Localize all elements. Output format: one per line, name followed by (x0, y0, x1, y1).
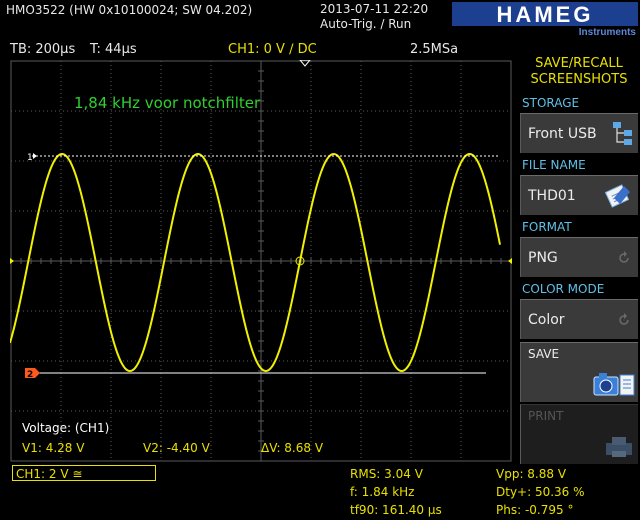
hameg-logo: HAMEG Instruments (452, 2, 638, 36)
cycle-arrow-icon (619, 313, 629, 325)
print-label: PRINT (528, 409, 564, 423)
vpp-measurement: Vpp: 8.88 V (496, 467, 567, 481)
brand-text: HAMEG (497, 2, 594, 27)
colormode-value: Color (528, 312, 565, 328)
cursor-ref-arrow-icon (33, 153, 37, 159)
brand-sub-text: Instruments (579, 27, 637, 36)
filename-button[interactable]: THD01 (520, 175, 638, 215)
ch1-scale-box[interactable]: CH1: 2 V ≅ (12, 465, 156, 481)
printer-icon (606, 437, 632, 457)
timebase-readout[interactable]: TB: 200µs (10, 42, 75, 57)
trigger-mode-label: Auto-Trig. / Run (320, 17, 412, 31)
menu-title-line1: SAVE/RECALL (535, 56, 623, 71)
cycle-arrow-icon (619, 251, 629, 263)
waveform-annotation: 1,84 kHz voor notchfilter (74, 94, 261, 112)
trigger-level-arrow-icon (508, 258, 512, 264)
cursor-delta-value: ΔV: 8.68 V (261, 441, 324, 455)
cursor-ref-marker[interactable]: 1 (27, 153, 33, 163)
print-button[interactable]: PRINT (520, 404, 638, 464)
camera-save-icon (593, 373, 635, 396)
rms-measurement: RMS: 3.04 V (350, 467, 423, 481)
channel-coupling-readout[interactable]: CH1: 0 V ∕ DC (228, 42, 317, 57)
cursor-v2-value: V2: -4.40 V (143, 441, 211, 455)
colormode-section-label: COLOR MODE (522, 282, 605, 296)
device-model-info: HMO3522 (HW 0x10100024; SW 04.202) (6, 3, 253, 17)
format-section-label: FORMAT (522, 220, 572, 234)
cursor-measure-title: Voltage: (CH1) (22, 421, 109, 435)
waveform-display[interactable]: 1 1 2 1,84 kHz voor notchfilter Voltage:… (10, 60, 512, 462)
trigger-time-readout[interactable]: T: 44µs (90, 42, 137, 57)
edit-file-icon (604, 184, 630, 208)
storage-button[interactable]: Front USB (520, 113, 638, 153)
trigger-source-marker-text: 2 (27, 370, 33, 380)
save-button[interactable]: SAVE (520, 342, 638, 402)
storage-value: Front USB (528, 126, 597, 142)
save-label: SAVE (528, 347, 560, 361)
duty-measurement: Dty+: 50.36 % (496, 485, 585, 499)
colormode-button[interactable]: Color (520, 299, 638, 339)
phase-measurement: Phs: -0.795 ° (496, 503, 574, 517)
storage-section-label: STORAGE (522, 96, 580, 110)
frequency-measurement: f: 1.84 kHz (350, 485, 415, 499)
ch1-level-arrow-icon (10, 258, 14, 264)
filename-value: THD01 (528, 188, 576, 204)
ch1-waveform-trace (10, 152, 501, 373)
usb-tree-icon (613, 122, 632, 145)
format-button[interactable]: PNG (520, 237, 638, 277)
fall-time-measurement: tf90: 161.40 µs (350, 503, 442, 517)
menu-title: SAVE/RECALL SCREENSHOTS (518, 56, 640, 88)
sample-rate-readout: 2.5MSa (410, 42, 459, 57)
menu-title-line2: SCREENSHOTS (530, 72, 628, 87)
datetime-label: 2013-07-11 22:20 (320, 2, 429, 16)
format-value: PNG (528, 250, 558, 266)
cursor-v1-value: V1: 4.28 V (22, 441, 85, 455)
filename-section-label: FILE NAME (522, 158, 586, 172)
